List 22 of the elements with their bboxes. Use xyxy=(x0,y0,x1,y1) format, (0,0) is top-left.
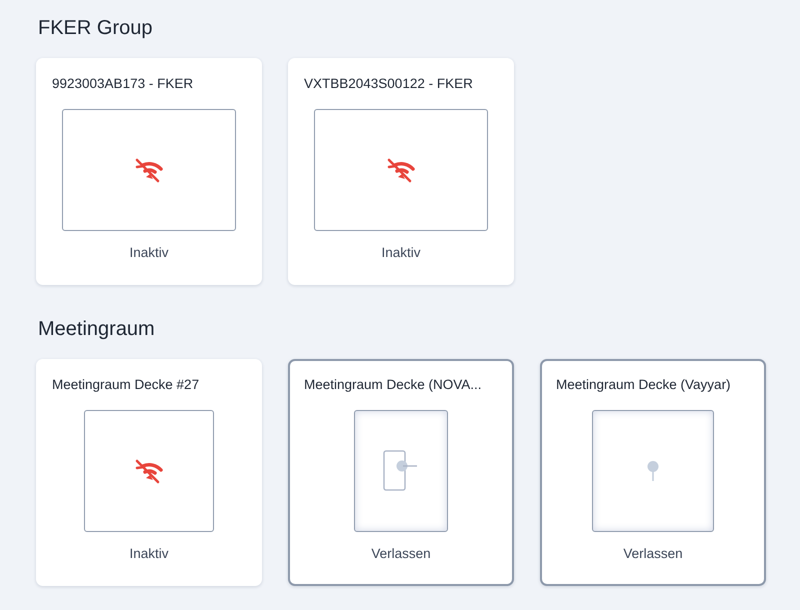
wifi-off-icon xyxy=(134,157,164,183)
device-card[interactable]: VXTBB2043S00122 - FKER Inaktiv xyxy=(288,58,514,285)
device-card[interactable]: Meetingraum Decke (Vayyar) Verlassen xyxy=(540,359,766,586)
wifi-off-icon xyxy=(134,458,164,484)
device-name: 9923003AB173 - FKER xyxy=(51,76,194,91)
device-card[interactable]: Meetingraum Decke #27 Inaktiv xyxy=(36,359,262,586)
device-name: Meetingraum Decke #27 xyxy=(51,377,200,392)
device-name: Meetingraum Decke (NOVA... xyxy=(303,377,483,392)
group-title: FKER Group xyxy=(38,16,154,41)
status-label: Inaktiv xyxy=(129,245,169,260)
status-label: Inaktiv xyxy=(129,546,169,561)
wifi-off-icon xyxy=(386,157,416,183)
device-name: Meetingraum Decke (Vayyar) xyxy=(555,377,732,392)
status-label: Verlassen xyxy=(623,546,683,561)
device-card[interactable]: Meetingraum Decke (NOVA... Verlassen xyxy=(288,359,514,586)
door-sensor-icon xyxy=(383,450,419,492)
pin-icon xyxy=(646,460,660,482)
status-label: Verlassen xyxy=(371,546,431,561)
device-card[interactable]: 9923003AB173 - FKER Inaktiv xyxy=(36,58,262,285)
status-label: Inaktiv xyxy=(381,245,421,260)
device-name: VXTBB2043S00122 - FKER xyxy=(303,76,474,91)
group-title: Meetingraum xyxy=(38,317,156,342)
